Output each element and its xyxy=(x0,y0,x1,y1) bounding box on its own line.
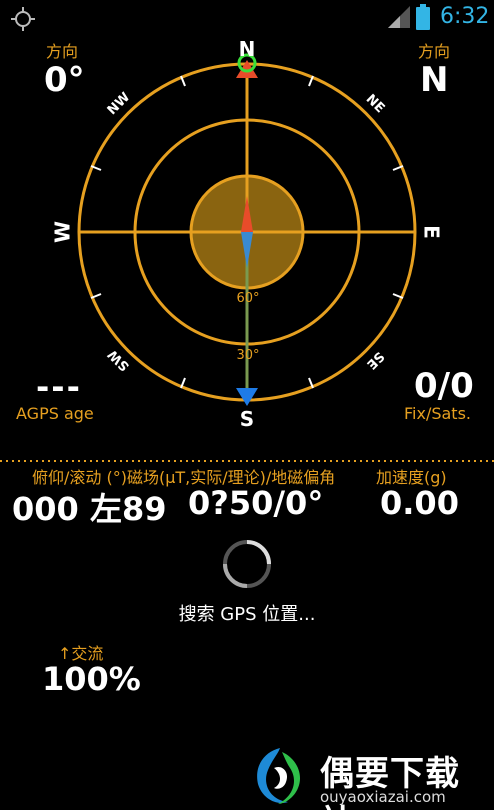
status-clock: 6:32 xyxy=(440,4,490,29)
acceleration-value: 0.00 xyxy=(380,484,459,522)
elevation-label-30: 30° xyxy=(236,348,259,363)
agps-label: AGPS age xyxy=(16,404,94,423)
status-bar: 6:32 xyxy=(0,0,494,36)
cardinal-s: S xyxy=(240,407,254,431)
pitch-roll-value: 000 左89 xyxy=(12,490,167,528)
fix-label: Fix/Sats. xyxy=(404,404,471,423)
agps-value: --- xyxy=(36,368,82,406)
cardinal-e: E xyxy=(420,225,444,239)
loading-spinner-icon xyxy=(223,540,271,588)
watermark: 偶要下载站 ouyaoxiazai.com xyxy=(244,742,494,810)
battery-icon xyxy=(416,4,430,30)
magnetic-value: 0?50/0° xyxy=(188,484,324,522)
gps-search-status: 搜索 GPS 位置... xyxy=(178,604,316,625)
elevation-label-60: 60° xyxy=(236,291,259,306)
signal-icon xyxy=(388,6,410,28)
watermark-logo-icon xyxy=(257,748,301,804)
cardinal-w: W xyxy=(51,221,75,243)
watermark-url: ouyaoxiazai.com xyxy=(320,788,446,806)
gps-searching-icon xyxy=(11,7,35,31)
cardinal-n: N xyxy=(239,37,256,61)
battery-level-value: 100% xyxy=(42,660,141,698)
south-marker-icon xyxy=(236,388,258,406)
fix-value: 0/0 xyxy=(414,366,474,406)
